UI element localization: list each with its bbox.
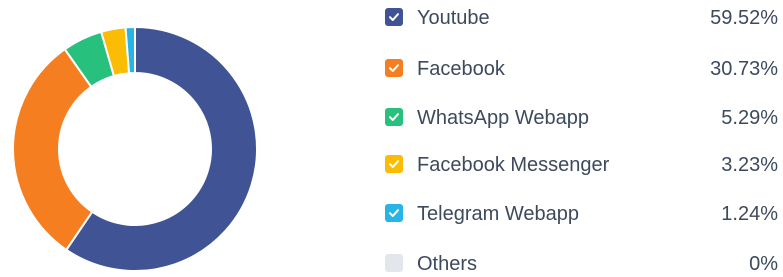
legend-label: WhatsApp Webapp: [417, 107, 589, 129]
legend-item[interactable]: Telegram Webapp 1.24%: [385, 201, 778, 227]
checkbox-checked-icon[interactable]: [385, 204, 403, 222]
legend-value: 1.24%: [721, 203, 778, 225]
chart-legend: Youtube 59.52% Facebook 30.73% WhatsApp Weba…: [385, 0, 783, 276]
checkbox-checked-icon[interactable]: [385, 155, 403, 173]
legend-item[interactable]: Others 0%: [385, 251, 778, 277]
legend-value: 59.52%: [710, 7, 778, 29]
donut-slice[interactable]: [12, 47, 94, 252]
checkbox-checked-icon[interactable]: [385, 108, 403, 126]
checkbox-checked-icon[interactable]: [385, 59, 403, 77]
legend-item[interactable]: Youtube 59.52%: [385, 5, 778, 31]
legend-label: Facebook: [417, 58, 505, 80]
checkbox-unchecked-icon[interactable]: [385, 254, 403, 272]
legend-value: 5.29%: [721, 107, 778, 129]
legend-item[interactable]: Facebook Messenger 3.23%: [385, 152, 778, 178]
legend-value: 30.73%: [710, 58, 778, 80]
legend-item[interactable]: Facebook 30.73%: [385, 56, 778, 82]
legend-label: Youtube: [417, 7, 490, 29]
donut-chart: [12, 25, 258, 272]
legend-label: Others: [417, 253, 478, 275]
checkbox-checked-icon[interactable]: [385, 8, 403, 26]
legend-label: Telegram Webapp: [417, 203, 579, 225]
legend-label: Facebook Messenger: [417, 154, 610, 176]
legend-item[interactable]: WhatsApp Webapp 5.29%: [385, 105, 778, 131]
legend-value: 0%: [749, 253, 778, 275]
legend-value: 3.23%: [721, 154, 778, 176]
